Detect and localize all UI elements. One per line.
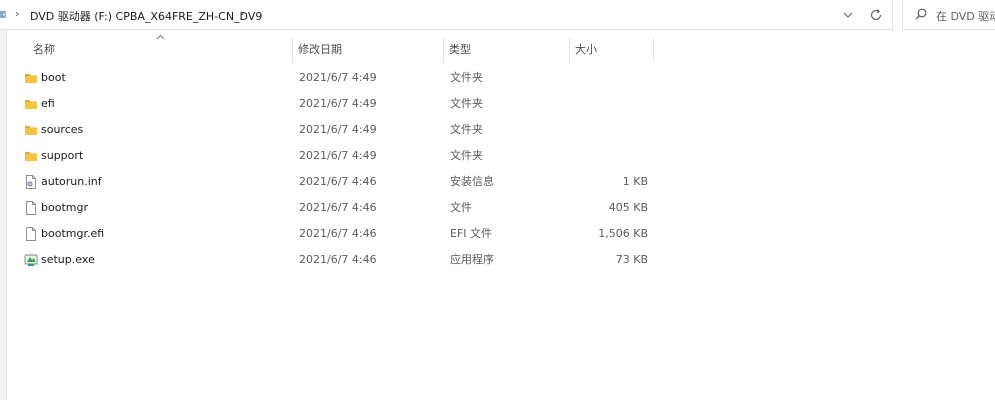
file-name: autorun.inf	[41, 175, 102, 188]
file-row[interactable]: boot 2021/6/7 4:49 文件夹	[18, 65, 658, 91]
file-size	[550, 65, 648, 91]
file-type: 文件夹	[450, 71, 483, 84]
column-divider[interactable]	[653, 38, 654, 62]
dvd-drive-icon	[0, 11, 6, 18]
column-divider[interactable]	[569, 38, 570, 62]
column-divider[interactable]	[443, 38, 444, 62]
folder-icon	[25, 152, 37, 161]
folder-icon	[25, 74, 37, 83]
file-size	[550, 143, 648, 169]
column-header-size[interactable]: 大小	[575, 38, 597, 62]
file-type: EFI 文件	[450, 227, 493, 240]
file-type: 文件夹	[450, 97, 483, 110]
file-name: boot	[41, 71, 66, 84]
file-row[interactable]: bootmgr 2021/6/7 4:46 文件 405 KB	[18, 195, 658, 221]
breadcrumb-current-drive[interactable]: DVD 驱动器 (F:) CPBA_X64FRE_ZH-CN_DV9	[30, 8, 262, 24]
file-date: 2021/6/7 4:46	[299, 201, 377, 214]
column-header-name[interactable]: 名称	[33, 38, 55, 62]
file-row[interactable]: support 2021/6/7 4:49 文件夹	[18, 143, 658, 169]
file-date: 2021/6/7 4:46	[299, 227, 377, 240]
column-divider[interactable]	[292, 38, 293, 62]
file-icon	[26, 227, 36, 241]
file-size: 405 KB	[608, 201, 648, 214]
file-size: 1,506 KB	[598, 227, 648, 240]
file-row[interactable]: setup.exe 2021/6/7 4:46 应用程序 73 KB	[18, 247, 658, 273]
search-placeholder: 在 DVD 驱动器	[936, 10, 995, 23]
column-header-row: 名称 修改日期 类型 大小	[0, 34, 660, 62]
sort-ascending-icon	[156, 34, 165, 40]
folder-icon	[25, 126, 37, 135]
file-name: bootmgr.efi	[41, 227, 105, 240]
file-type: 文件	[450, 201, 472, 214]
file-type: 安装信息	[450, 175, 494, 188]
file-explorer-window: › DVD 驱动器 (F:) CPBA_X64FRE_ZH-CN_DV9 › 在…	[0, 0, 995, 400]
search-icon	[915, 8, 927, 20]
file-name: support	[41, 149, 84, 162]
file-date: 2021/6/7 4:49	[299, 149, 377, 162]
file-date: 2021/6/7 4:46	[299, 253, 377, 266]
file-type: 文件夹	[450, 123, 483, 136]
file-type: 应用程序	[450, 253, 494, 266]
file-size: 1 KB	[622, 175, 648, 188]
file-date: 2021/6/7 4:49	[299, 97, 377, 110]
file-size	[550, 117, 648, 143]
breadcrumb-chevron-icon[interactable]: ›	[240, 7, 244, 20]
file-row[interactable]: bootmgr.efi 2021/6/7 4:46 EFI 文件 1,506 K…	[18, 221, 658, 247]
address-bar[interactable]: › DVD 驱动器 (F:) CPBA_X64FRE_ZH-CN_DV9 ›	[0, 0, 893, 30]
file-name: efi	[41, 97, 55, 110]
file-name: sources	[41, 123, 84, 136]
search-input[interactable]: 在 DVD 驱动器	[902, 0, 995, 30]
file-type: 文件夹	[450, 149, 483, 162]
setup-exe-icon	[24, 254, 38, 266]
file-date: 2021/6/7 4:46	[299, 175, 377, 188]
file-name: bootmgr	[41, 201, 88, 214]
setup-info-icon	[26, 175, 36, 189]
chevron-down-icon[interactable]	[840, 8, 856, 22]
file-size	[550, 91, 648, 117]
navigation-pane-edge	[0, 30, 7, 400]
refresh-icon[interactable]	[868, 7, 884, 23]
file-row[interactable]: autorun.inf 2021/6/7 4:46 安装信息 1 KB	[18, 169, 658, 195]
breadcrumb-chevron-icon[interactable]: ›	[15, 7, 19, 20]
file-date: 2021/6/7 4:49	[299, 123, 377, 136]
file-row[interactable]: sources 2021/6/7 4:49 文件夹	[18, 117, 658, 143]
column-header-type[interactable]: 类型	[449, 38, 471, 62]
file-row[interactable]: efi 2021/6/7 4:49 文件夹	[18, 91, 658, 117]
column-header-date[interactable]: 修改日期	[298, 38, 342, 62]
file-icon	[26, 201, 36, 215]
file-name: setup.exe	[41, 253, 95, 266]
file-size: 73 KB	[615, 253, 648, 266]
file-date: 2021/6/7 4:49	[299, 71, 377, 84]
folder-icon	[25, 100, 37, 109]
